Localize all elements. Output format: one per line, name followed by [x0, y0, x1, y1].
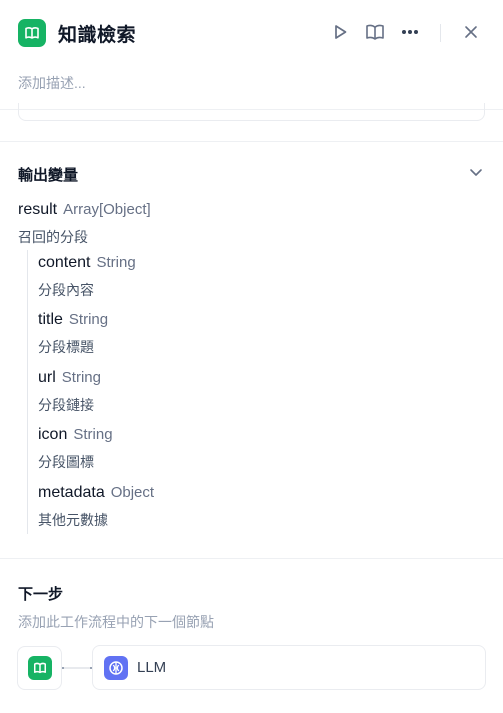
book-open-icon [366, 24, 384, 40]
variable-description: 其他元數據 [38, 512, 108, 528]
tree-line [27, 250, 28, 534]
variable-type: String [96, 254, 136, 271]
output-variable-item: metadata Object [38, 484, 154, 502]
variable-description: 分段標題 [38, 339, 94, 355]
help-docs-button[interactable] [364, 21, 386, 43]
output-variable-root: result Array[Object] [18, 201, 151, 219]
variable-description: 召回的分段 [18, 229, 88, 245]
play-icon [335, 25, 347, 39]
more-icon [402, 30, 418, 34]
output-variable-item: icon String [38, 426, 113, 444]
variable-name: result [18, 201, 58, 218]
variable-name: icon [38, 426, 68, 443]
variable-description: 分段內容 [38, 282, 94, 298]
variable-name: title [38, 311, 63, 328]
connector-line [62, 667, 92, 669]
output-variable-item: title String [38, 311, 108, 329]
next-node-label: LLM [137, 659, 167, 676]
next-step-subtitle: 添加此工作流程中的下一個節點 [18, 614, 214, 630]
variable-description: 分段鏈接 [38, 397, 94, 413]
variable-name: metadata [38, 484, 105, 501]
variable-type: String [68, 311, 109, 328]
header-divider [440, 24, 441, 42]
knowledge-node-icon [18, 19, 46, 47]
settings-box [18, 103, 485, 121]
variable-name: content [38, 254, 91, 271]
close-icon [465, 26, 477, 38]
current-node-card [17, 646, 62, 690]
next-step-title: 下一步 [18, 586, 64, 603]
collapse-toggle[interactable] [467, 163, 485, 181]
output-variables-title: 輸出變量 [18, 167, 79, 184]
book-icon [33, 662, 46, 674]
run-button[interactable] [329, 21, 351, 43]
knowledge-node-icon [27, 656, 52, 680]
variable-name: url [38, 369, 56, 386]
divider [0, 141, 503, 142]
output-variable-item: content String [38, 254, 136, 272]
more-options-button[interactable] [399, 21, 421, 43]
brain-icon [109, 661, 123, 675]
llm-node-icon [104, 656, 128, 680]
book-icon [25, 26, 39, 39]
variable-type: Array[Object] [63, 201, 151, 218]
variable-type: Object [110, 484, 155, 501]
description-input[interactable]: 添加描述... [18, 73, 86, 93]
output-variable-item: url String [38, 369, 101, 387]
panel-header: 知識檢索 [0, 0, 503, 66]
chevron-down-icon [470, 168, 482, 176]
node-title[interactable]: 知識檢索 [58, 20, 136, 47]
close-button[interactable] [460, 21, 482, 43]
variable-type: String [61, 369, 101, 386]
divider [0, 558, 503, 559]
variable-description: 分段圖標 [38, 454, 94, 470]
next-node-llm[interactable]: LLM [92, 645, 486, 690]
variable-type: String [73, 426, 113, 443]
